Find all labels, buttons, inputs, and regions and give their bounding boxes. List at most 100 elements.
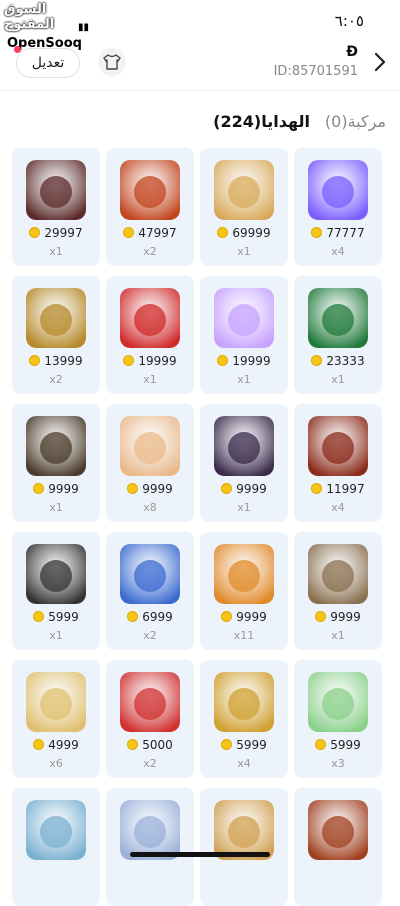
gift-card[interactable]: 9999 x1 xyxy=(12,404,100,522)
gift-count: x2 xyxy=(49,373,63,386)
tabs: الهدايا(224) مركبة(0) xyxy=(0,112,400,138)
emblem-icon xyxy=(26,160,86,220)
gift-card[interactable] xyxy=(12,788,100,906)
gift-card[interactable]: 9999 x11 xyxy=(200,532,288,650)
coin-icon xyxy=(33,739,45,750)
gift-price-value: 9999 xyxy=(48,482,79,496)
city-icon xyxy=(120,800,180,860)
quran-icon xyxy=(120,416,180,476)
gift-card[interactable]: 11997 x4 xyxy=(294,404,382,522)
coin-icon xyxy=(123,355,135,366)
gift-card[interactable]: 6999 x2 xyxy=(106,532,194,650)
home-indicator xyxy=(130,852,270,857)
gift-count: x1 xyxy=(331,373,345,386)
coin-icon xyxy=(127,739,139,750)
gift-price-value: 4999 xyxy=(48,738,79,752)
gift-price-value: 5999 xyxy=(236,738,267,752)
lion-knight-icon xyxy=(214,672,274,732)
coin-icon xyxy=(127,483,139,494)
gift-card[interactable]: 69999 x1 xyxy=(200,148,288,266)
gift-price: 11997 xyxy=(294,482,382,496)
status-time: ٦:٠٥ xyxy=(334,12,364,30)
gift-price-value: 9999 xyxy=(236,610,267,624)
gift-count: x1 xyxy=(237,373,251,386)
ferris-wheel-icon xyxy=(214,288,274,348)
gift-price: 5999 xyxy=(200,738,288,752)
gift-card[interactable] xyxy=(200,788,288,906)
gift-count: x1 xyxy=(49,629,63,642)
coin-icon xyxy=(127,611,139,622)
gift-card[interactable]: 9999 x1 xyxy=(200,404,288,522)
mosque-icon xyxy=(26,800,86,860)
edit-button[interactable]: تعديل xyxy=(16,48,80,78)
tab-gifts[interactable]: الهدايا(224) xyxy=(213,112,310,131)
rocket-icon xyxy=(308,160,368,220)
coin-icon xyxy=(217,227,229,238)
gift-card[interactable]: 4999 x6 xyxy=(12,660,100,778)
gift-price: 5000 xyxy=(106,738,194,752)
gift-price: 5999 xyxy=(12,610,100,624)
gift-card[interactable]: 19999 x1 xyxy=(200,276,288,394)
gift-price-value: 29997 xyxy=(44,226,83,240)
gift-price: 29997 xyxy=(12,226,100,240)
gift-price: 9999 xyxy=(294,610,382,624)
gift-card[interactable]: 29997 x1 xyxy=(12,148,100,266)
gift-price: 19999 xyxy=(106,354,194,368)
coin-icon xyxy=(311,227,323,238)
lion-portrait-icon xyxy=(26,416,86,476)
gift-price-value: 5000 xyxy=(142,738,173,752)
gift-price: 47997 xyxy=(106,226,194,240)
coin-icon xyxy=(221,739,233,750)
gift-count: x3 xyxy=(331,757,345,770)
gift-count: x11 xyxy=(233,629,255,642)
status-bar: السوق المفتوح OpenSooq ▮▮ ٦:٠٥ xyxy=(0,0,400,52)
coin-icon xyxy=(221,483,233,494)
gift-price: 6999 xyxy=(106,610,194,624)
gift-price-value: 13999 xyxy=(44,354,83,368)
gift-price-value: 19999 xyxy=(232,354,271,368)
coin-icon xyxy=(29,355,41,366)
suit-icon xyxy=(26,544,86,604)
gift-card[interactable] xyxy=(106,788,194,906)
gift-card[interactable]: 13999 x2 xyxy=(12,276,100,394)
gift-price-value: 9999 xyxy=(330,610,361,624)
gift-count: x1 xyxy=(143,373,157,386)
gift-price-value: 23333 xyxy=(326,354,365,368)
gift-price-value: 5999 xyxy=(330,738,361,752)
gift-card[interactable]: 5999 x1 xyxy=(12,532,100,650)
eagle-icon xyxy=(120,160,180,220)
gift-card[interactable]: 5999 x4 xyxy=(200,660,288,778)
gift-card[interactable]: 5999 x3 xyxy=(294,660,382,778)
gift-card[interactable]: 9999 x8 xyxy=(106,404,194,522)
user-id: ID:85701591 xyxy=(273,64,358,79)
signal-icon: ▮▮ xyxy=(78,22,90,33)
gift-card[interactable]: 9999 x1 xyxy=(294,532,382,650)
gift-price-value: 69999 xyxy=(232,226,271,240)
gift-count: x2 xyxy=(143,757,157,770)
gift-count: x2 xyxy=(143,629,157,642)
coin-icon xyxy=(221,611,233,622)
gift-price-value: 47997 xyxy=(138,226,177,240)
gift-card[interactable]: 19999 x1 xyxy=(106,276,194,394)
gift-price-value: 9999 xyxy=(236,482,267,496)
chevron-right-icon[interactable] xyxy=(372,52,388,72)
gift-card[interactable]: 47997 x2 xyxy=(106,148,194,266)
gift-card[interactable]: 23333 x1 xyxy=(294,276,382,394)
gift-price-value: 19999 xyxy=(138,354,177,368)
gift-count: x8 xyxy=(143,501,157,514)
gift-count: x4 xyxy=(331,245,345,258)
gift-price: 4999 xyxy=(12,738,100,752)
saudi-flag-icon xyxy=(308,288,368,348)
tab-cars[interactable]: مركبة(0) xyxy=(325,112,386,131)
gift-price: 9999 xyxy=(106,482,194,496)
gift-card[interactable]: 5000 x2 xyxy=(106,660,194,778)
dagger-icon xyxy=(214,800,274,860)
palace-icon xyxy=(120,544,180,604)
gift-price: 23333 xyxy=(294,354,382,368)
coin-icon xyxy=(29,227,41,238)
gift-card[interactable]: 77777 x4 xyxy=(294,148,382,266)
boxing-gloves-icon xyxy=(120,672,180,732)
gift-count: x2 xyxy=(143,245,157,258)
shirt-icon[interactable] xyxy=(98,48,126,76)
gift-card[interactable] xyxy=(294,788,382,906)
